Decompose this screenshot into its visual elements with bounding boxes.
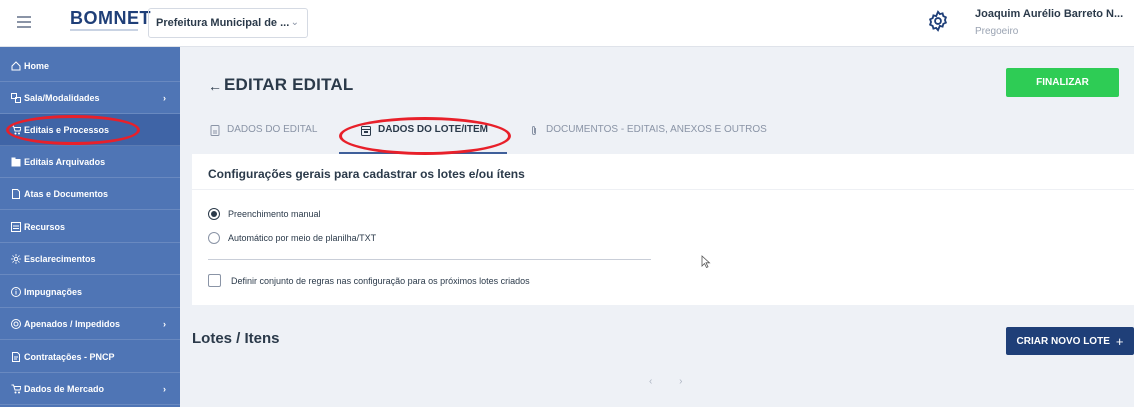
hamburger-menu-icon[interactable]	[17, 16, 31, 28]
chevron-right-icon: ›	[163, 319, 166, 329]
sidebar-item-editais-e-processos[interactable]: Editais e Processos	[0, 114, 180, 146]
sidebar-item-label: Apenados / Impedidos	[24, 319, 121, 329]
pagination[interactable]: ‹ ›	[649, 376, 694, 387]
tab-label: DOCUMENTOS - EDITAIS, ANEXOS E OUTROS	[546, 124, 767, 135]
tab-label: DADOS DO EDITAL	[227, 124, 318, 135]
tab-label: DADOS DO LOTE/ITEM	[378, 124, 488, 135]
sidebar-item-impugna-es[interactable]: Impugnações	[0, 276, 180, 308]
sidebar-item-label: Impugnações	[24, 287, 83, 297]
tab-dados-do-lote-item[interactable]: DADOS DO LOTE/ITEM	[361, 124, 488, 154]
info-icon	[11, 287, 21, 297]
radio-automatico-label[interactable]: Automático por meio de planilha/TXT	[228, 233, 376, 243]
tab-documentos[interactable]: DOCUMENTOS - EDITAIS, ANEXOS E OUTROS	[529, 124, 767, 154]
sidebar-item-esclarecimentos[interactable]: Esclarecimentos	[0, 243, 180, 275]
sidebar-item-dados-de-mercado[interactable]: Dados de Mercado ›	[0, 373, 180, 405]
divider	[208, 259, 651, 260]
chevron-right-icon: ›	[163, 384, 166, 394]
chevron-right-icon: ›	[163, 93, 166, 103]
sidebar-item-label: Editais Arquivados	[24, 157, 106, 167]
cart-icon	[11, 384, 21, 394]
user-role: Pregoeiro	[975, 26, 1019, 37]
cart-icon	[11, 125, 21, 135]
divider	[0, 274, 180, 275]
list-icon	[11, 222, 21, 232]
criar-novo-lote-label: CRIAR NOVO LOTE	[1016, 335, 1110, 347]
top-bar: BOMNET Prefeitura Municipal de ... ⌄ Joa…	[0, 0, 1134, 47]
rules-checkbox-label[interactable]: Definir conjunto de regras nas configura…	[231, 276, 530, 286]
lotes-title: Lotes / Itens	[192, 330, 280, 347]
sidebar-item-label: Atas e Documentos	[24, 189, 109, 199]
chevron-down-icon: ⌄	[290, 17, 299, 28]
sidebar-item-sala-modalidades[interactable]: Sala/Modalidades ›	[0, 82, 180, 114]
sidebar-item-contrata-es-pncp[interactable]: Contratações - PNCP	[0, 341, 180, 373]
rules-checkbox[interactable]	[208, 274, 221, 287]
sidebar-item-atas-e-documentos[interactable]: Atas e Documentos	[0, 178, 180, 210]
logo-tagline-line	[70, 29, 138, 31]
divider	[0, 339, 180, 340]
user-name[interactable]: Joaquim Aurélio Barreto N...	[975, 8, 1123, 20]
radio-manual[interactable]	[208, 208, 220, 220]
sidebar-item-label: Recursos	[24, 222, 66, 232]
sidebar-item-label: Esclarecimentos	[24, 254, 96, 264]
radio-manual-label[interactable]: Preenchimento manual	[228, 209, 321, 219]
radio-automatico[interactable]	[208, 232, 220, 244]
target-icon	[11, 319, 21, 329]
sidebar-item-label: Editais e Processos	[24, 125, 110, 135]
sidebar-item-label: Contratações - PNCP	[24, 352, 115, 362]
sun-icon	[11, 254, 21, 264]
sidebar-item-label: Sala/Modalidades	[24, 93, 100, 103]
sidebar-item-apenados-impedidos[interactable]: Apenados / Impedidos ›	[0, 308, 180, 340]
paperclip-icon	[532, 126, 536, 135]
divider	[192, 189, 1134, 190]
back-arrow-icon[interactable]: ←	[208, 78, 222, 94]
mouse-cursor-icon	[701, 255, 711, 269]
organization-select-value: Prefeitura Municipal de ...	[156, 17, 290, 29]
sidebar-item-editais-arquivados[interactable]: Editais Arquivados	[0, 146, 180, 178]
document-icon	[12, 189, 20, 199]
config-title: Configurações gerais para cadastrar os l…	[208, 167, 525, 181]
sidebar-item-recursos[interactable]: Recursos	[0, 211, 180, 243]
organization-select[interactable]: Prefeitura Municipal de ... ⌄	[148, 8, 308, 38]
sidebar-item-label: Home	[24, 61, 50, 71]
gear-icon[interactable]	[927, 10, 949, 32]
logo: BOMNET	[70, 8, 151, 28]
divider	[0, 404, 180, 405]
archive-icon	[11, 157, 21, 167]
document-icon	[210, 125, 220, 136]
page-title: EDITAR EDITAL	[224, 75, 354, 94]
contract-icon	[12, 352, 20, 362]
plus-icon: +	[1115, 333, 1124, 349]
home-icon	[11, 61, 21, 71]
sidebar-item-home[interactable]: Home	[0, 50, 180, 82]
calendar-icon	[361, 126, 371, 136]
divider	[0, 209, 180, 210]
criar-novo-lote-button[interactable]: CRIAR NOVO LOTE +	[1006, 327, 1134, 355]
tab-dados-do-edital[interactable]: DADOS DO EDITAL	[210, 124, 317, 154]
sidebar-item-label: Dados de Mercado	[24, 384, 105, 394]
finalizar-button[interactable]: FINALIZAR	[1006, 68, 1119, 97]
rooms-icon	[11, 93, 21, 103]
